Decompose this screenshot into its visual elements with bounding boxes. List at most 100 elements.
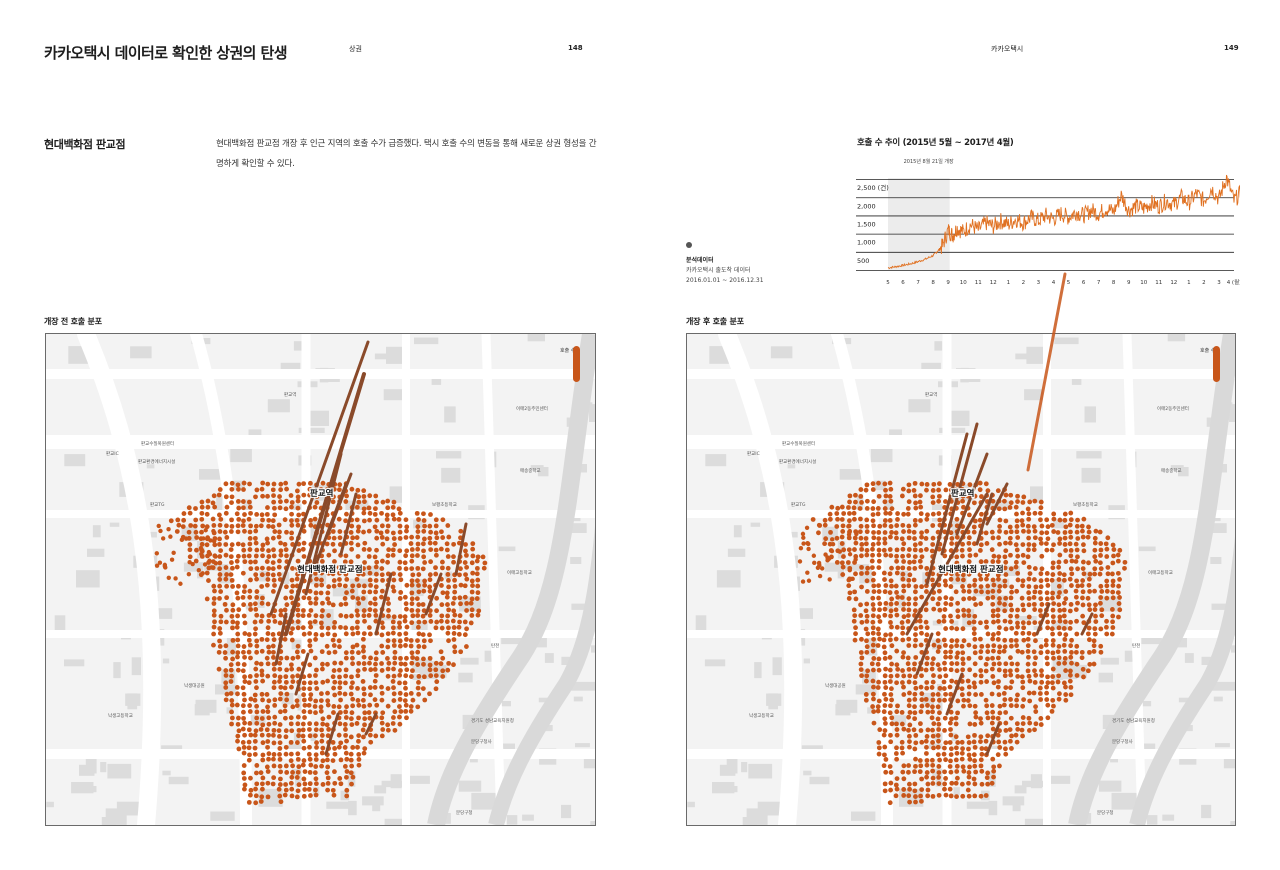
- call-dot: [338, 697, 343, 703]
- map-building: [46, 801, 54, 808]
- call-dot: [289, 786, 295, 792]
- call-dot: [875, 626, 881, 632]
- call-dot: [823, 552, 828, 557]
- call-dot: [246, 499, 252, 505]
- call-dot: [888, 780, 894, 786]
- call-dot: [889, 624, 894, 630]
- call-dot: [864, 649, 870, 655]
- call-dot: [338, 757, 344, 763]
- call-dot: [348, 529, 354, 535]
- call-dot: [936, 498, 942, 504]
- call-dot: [228, 529, 234, 534]
- call-dot: [190, 561, 195, 567]
- call-dot: [935, 638, 941, 644]
- call-dot: [421, 674, 427, 680]
- call-dot: [991, 774, 996, 780]
- call-dot: [943, 595, 949, 601]
- call-dot: [882, 679, 888, 685]
- call-dot: [402, 661, 408, 667]
- call-dot: [846, 583, 852, 589]
- call-dot: [270, 560, 276, 566]
- call-dot: [235, 661, 241, 667]
- call-dot: [1025, 661, 1031, 667]
- call-dot: [863, 487, 869, 493]
- call-dot: [289, 530, 295, 536]
- call-dot: [960, 793, 966, 799]
- call-dot: [379, 684, 384, 690]
- call-dot: [961, 596, 967, 602]
- map-building: [125, 693, 141, 706]
- call-dot: [308, 692, 314, 698]
- call-dot: [248, 655, 253, 661]
- call-dot: [923, 738, 929, 744]
- call-dot: [965, 678, 971, 684]
- call-dot: [989, 703, 995, 708]
- call-dot: [894, 612, 900, 618]
- call-dot: [839, 560, 845, 566]
- call-dot: [320, 721, 326, 727]
- call-dot: [409, 558, 415, 564]
- call-dot: [415, 529, 421, 534]
- map-building: [199, 469, 223, 480]
- call-dot: [919, 534, 924, 540]
- call-dot: [1051, 703, 1056, 709]
- call-dot: [935, 716, 941, 722]
- call-dot: [452, 644, 457, 650]
- call-dot: [284, 529, 289, 535]
- call-dot: [947, 740, 953, 745]
- call-dot: [444, 541, 450, 547]
- map-building: [1231, 645, 1235, 653]
- call-dot: [1027, 678, 1033, 684]
- call-dot: [1063, 559, 1069, 564]
- call-dot: [253, 626, 258, 632]
- note-line-2: 2016.01.01 ~ 2016.12.31: [686, 277, 764, 284]
- call-dot: [971, 619, 977, 625]
- call-dot: [282, 541, 288, 547]
- call-dot: [1073, 559, 1079, 564]
- call-dot: [919, 739, 925, 745]
- call-dot: [324, 722, 330, 728]
- call-dot: [839, 517, 845, 522]
- call-dot: [326, 552, 332, 558]
- call-dot: [1014, 613, 1020, 619]
- call-dot: [373, 493, 379, 499]
- call-dot: [235, 631, 241, 637]
- call-dot: [864, 619, 870, 624]
- call-dot: [1008, 492, 1014, 498]
- call-dot: [864, 678, 869, 684]
- call-dot: [1027, 499, 1033, 505]
- call-dot: [253, 494, 258, 500]
- call-dot: [314, 500, 320, 505]
- call-dot: [204, 536, 210, 542]
- call-dot: [452, 612, 458, 618]
- call-dot: [301, 738, 307, 744]
- call-dot: [336, 732, 342, 738]
- call-dot: [1074, 643, 1080, 649]
- call-dot: [1074, 523, 1080, 529]
- call-dot: [865, 631, 871, 637]
- call-dot: [1021, 607, 1026, 613]
- call-dot: [342, 559, 348, 565]
- call-dot: [990, 709, 996, 715]
- call-dot: [229, 560, 234, 565]
- call-dot: [1027, 571, 1033, 577]
- call-dot: [990, 535, 996, 541]
- call-dot: [337, 535, 343, 541]
- call-dot: [277, 529, 282, 535]
- call-dot: [241, 602, 247, 608]
- call-dot: [468, 600, 474, 606]
- x-tick-label: 9: [1127, 280, 1131, 286]
- map-place-label: 판교역: [284, 391, 296, 398]
- call-dot: [1045, 680, 1051, 686]
- call-dot: [344, 493, 349, 499]
- call-dot: [301, 608, 306, 613]
- map-building: [770, 346, 793, 359]
- call-dot: [422, 619, 428, 625]
- call-dot: [919, 554, 925, 560]
- call-dot: [1002, 554, 1008, 560]
- call-dot: [995, 488, 1001, 494]
- call-dot: [887, 667, 893, 673]
- call-dot: [398, 709, 404, 714]
- call-dot: [266, 649, 272, 655]
- call-dot: [415, 608, 421, 613]
